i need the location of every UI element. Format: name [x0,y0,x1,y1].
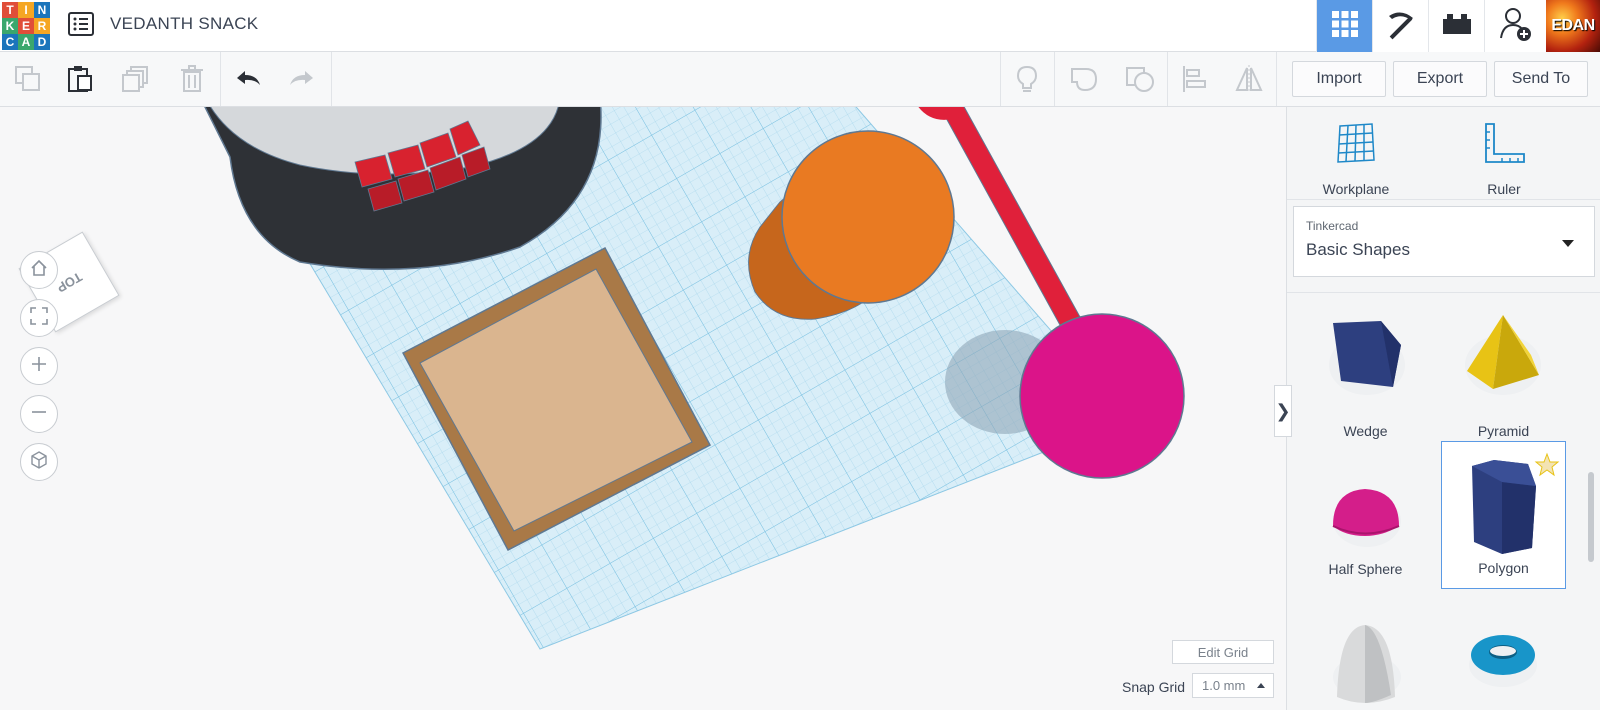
library-name: Basic Shapes [1306,240,1410,259]
shape-label: Polygon [1478,560,1529,576]
design-title[interactable]: VEDANTH SNACK [110,14,258,34]
perspective-icon [29,450,49,475]
shape-label: Half Sphere [1328,561,1403,577]
caret-up-icon [1257,683,1265,688]
add-user-button[interactable] [1484,0,1546,52]
edit-toolbar: Import Export Send To [0,52,1600,107]
shape-label: Wedge [1343,423,1388,439]
bricks-button[interactable] [1428,0,1484,52]
copy-icon[interactable] [12,63,44,95]
half-sphere-icon [1332,489,1401,547]
snap-grid-select[interactable]: 1.0 mm [1192,673,1274,698]
lightbulb-icon[interactable] [1011,63,1043,95]
wedge-icon [1329,321,1405,395]
workplane-label: Workplane [1322,181,1390,197]
send-to-button[interactable]: Send To [1494,61,1588,97]
codeblocks-button[interactable] [1372,0,1428,52]
shape-tile-polygon[interactable]: Polygon [1441,441,1566,589]
logo-letter: A [18,34,34,50]
import-button[interactable]: Import [1292,61,1386,97]
home-view-button[interactable] [20,251,58,289]
library-category: Tinkercad [1306,219,1359,233]
tinkercad-app: T I N K E R C A D VEDANTH SNACK EDAN Imp… [0,0,1600,710]
home-icon [29,258,49,283]
paraboloid-icon [1333,625,1401,703]
toolbar-separator [1054,52,1055,106]
redo-icon[interactable] [286,63,318,95]
shape-tile-pyramid[interactable]: Pyramid [1441,303,1566,451]
fit-view-button[interactable] [20,299,58,337]
toolbar-separator [1276,52,1277,106]
workplane-icon [1334,122,1378,171]
shape-label: Pyramid [1477,423,1530,439]
brick-icon [1442,12,1472,41]
tinkercad-logo[interactable]: T I N K E R C A D [2,2,50,50]
zoom-out-button[interactable] [20,395,58,433]
shapes-scrollbar[interactable] [1588,472,1594,562]
fit-view-icon [29,306,49,331]
shape-tile-wedge[interactable]: Wedge [1303,303,1428,451]
toolbar-separator [331,52,332,106]
logo-letter: N [34,2,50,18]
pickaxe-icon [1383,6,1419,47]
snap-grid-label: Snap Grid [1122,679,1186,695]
group-icon[interactable] [1068,63,1100,95]
paste-icon[interactable] [64,63,96,95]
workplane-button[interactable]: Workplane [1301,122,1411,197]
align-icon[interactable] [1179,63,1211,95]
torus-icon [1469,635,1537,687]
shape-tile-torus[interactable] [1441,597,1566,710]
panel-divider [1287,292,1600,293]
avatar-text: EDAN [1551,17,1595,34]
ungroup-icon[interactable] [1124,63,1156,95]
export-button[interactable]: Export [1393,61,1487,97]
panel-divider [1287,199,1600,200]
logo-letter: C [2,34,18,50]
toolbar-separator [1167,52,1168,106]
trash-icon[interactable] [176,63,208,95]
logo-letter: R [34,18,50,34]
ruler-label: Ruler [1487,181,1521,197]
scene-canvas[interactable] [0,107,1286,710]
caret-down-icon [1562,240,1574,247]
snap-grid-value: 1.0 mm [1202,678,1246,693]
mirror-icon[interactable] [1233,63,1265,95]
zoom-in-icon [29,354,49,379]
ruler-button[interactable]: Ruler [1449,122,1559,197]
logo-letter: K [2,18,18,34]
3d-workspace[interactable]: TOP [0,107,1286,710]
logo-letter: D [34,34,50,50]
perspective-button[interactable] [20,443,58,481]
zoom-in-button[interactable] [20,347,58,385]
ruler-icon [1482,122,1526,171]
user-plus-icon [1499,6,1533,47]
top-header: T I N K E R C A D VEDANTH SNACK EDAN [0,0,1600,52]
logo-letter: I [18,2,34,18]
grid-icon [1331,10,1359,43]
edit-grid-button[interactable]: Edit Grid [1172,640,1274,664]
polygon-icon [1472,452,1560,554]
shape-library-dropdown[interactable]: Tinkercad Basic Shapes [1293,206,1595,277]
chevron-right-icon: ❯ [1275,400,1291,421]
shapes-panel: Workplane Ruler Tinkercad Basic Shapes W… [1286,107,1600,710]
shape-tile-half-sphere[interactable]: Half Sphere [1303,441,1428,589]
3d-design-view-button[interactable] [1316,0,1372,52]
toolbar-separator [1000,52,1001,106]
user-avatar[interactable]: EDAN [1546,0,1600,52]
star-icon [1534,452,1560,477]
pyramid-icon [1465,315,1541,395]
design-list-icon[interactable] [68,12,94,36]
view-cube-face-label: TOP [53,268,85,296]
panel-collapse-button[interactable]: ❯ [1274,385,1292,437]
shape-tile-paraboloid[interactable] [1303,597,1428,710]
logo-letter: E [18,18,34,34]
undo-icon[interactable] [232,63,264,95]
toolbar-separator [220,52,221,106]
duplicate-icon[interactable] [120,63,152,95]
logo-letter: T [2,2,18,18]
zoom-out-icon [29,402,49,427]
sphere-shape[interactable] [1019,313,1185,479]
